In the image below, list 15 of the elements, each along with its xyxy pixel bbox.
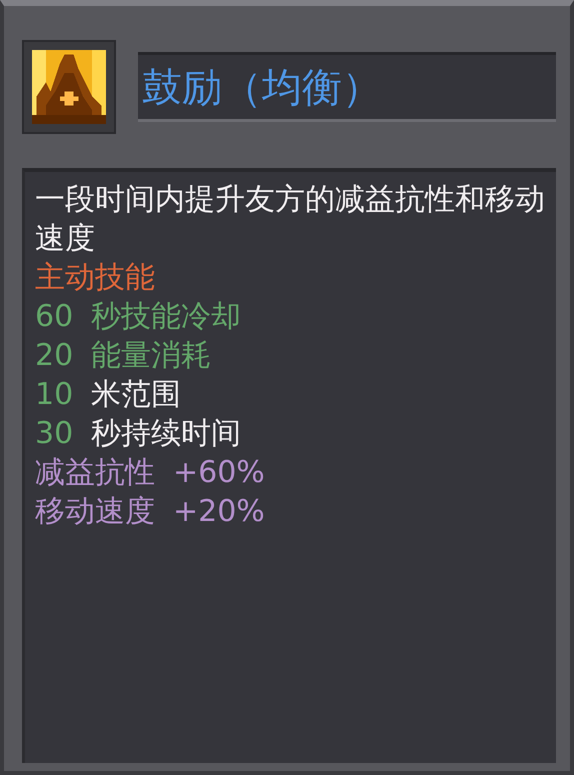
bonus-label: 移动速度 (35, 493, 155, 531)
stat-value: 60 (35, 298, 74, 336)
bonus-value: +60% (173, 454, 265, 492)
bonus-label: 减益抗性 (35, 454, 155, 492)
stat-label: 秒技能冷却 (91, 298, 242, 336)
stat-label: 秒持续时间 (91, 415, 242, 453)
stat-value: 10 (35, 376, 74, 414)
stat-label: 米范围 (91, 376, 182, 414)
stat-value: 30 (35, 415, 74, 453)
stat-value: 20 (35, 337, 74, 375)
bonus-value: +20% (173, 493, 265, 531)
skill-type: 主动技能 (35, 259, 156, 297)
stat-label: 能量消耗 (91, 337, 212, 375)
skill-title: 鼓励（均衡） (138, 52, 556, 122)
skill-description: 一段时间内提升友方的减益抗性和移动速度 (35, 181, 546, 258)
